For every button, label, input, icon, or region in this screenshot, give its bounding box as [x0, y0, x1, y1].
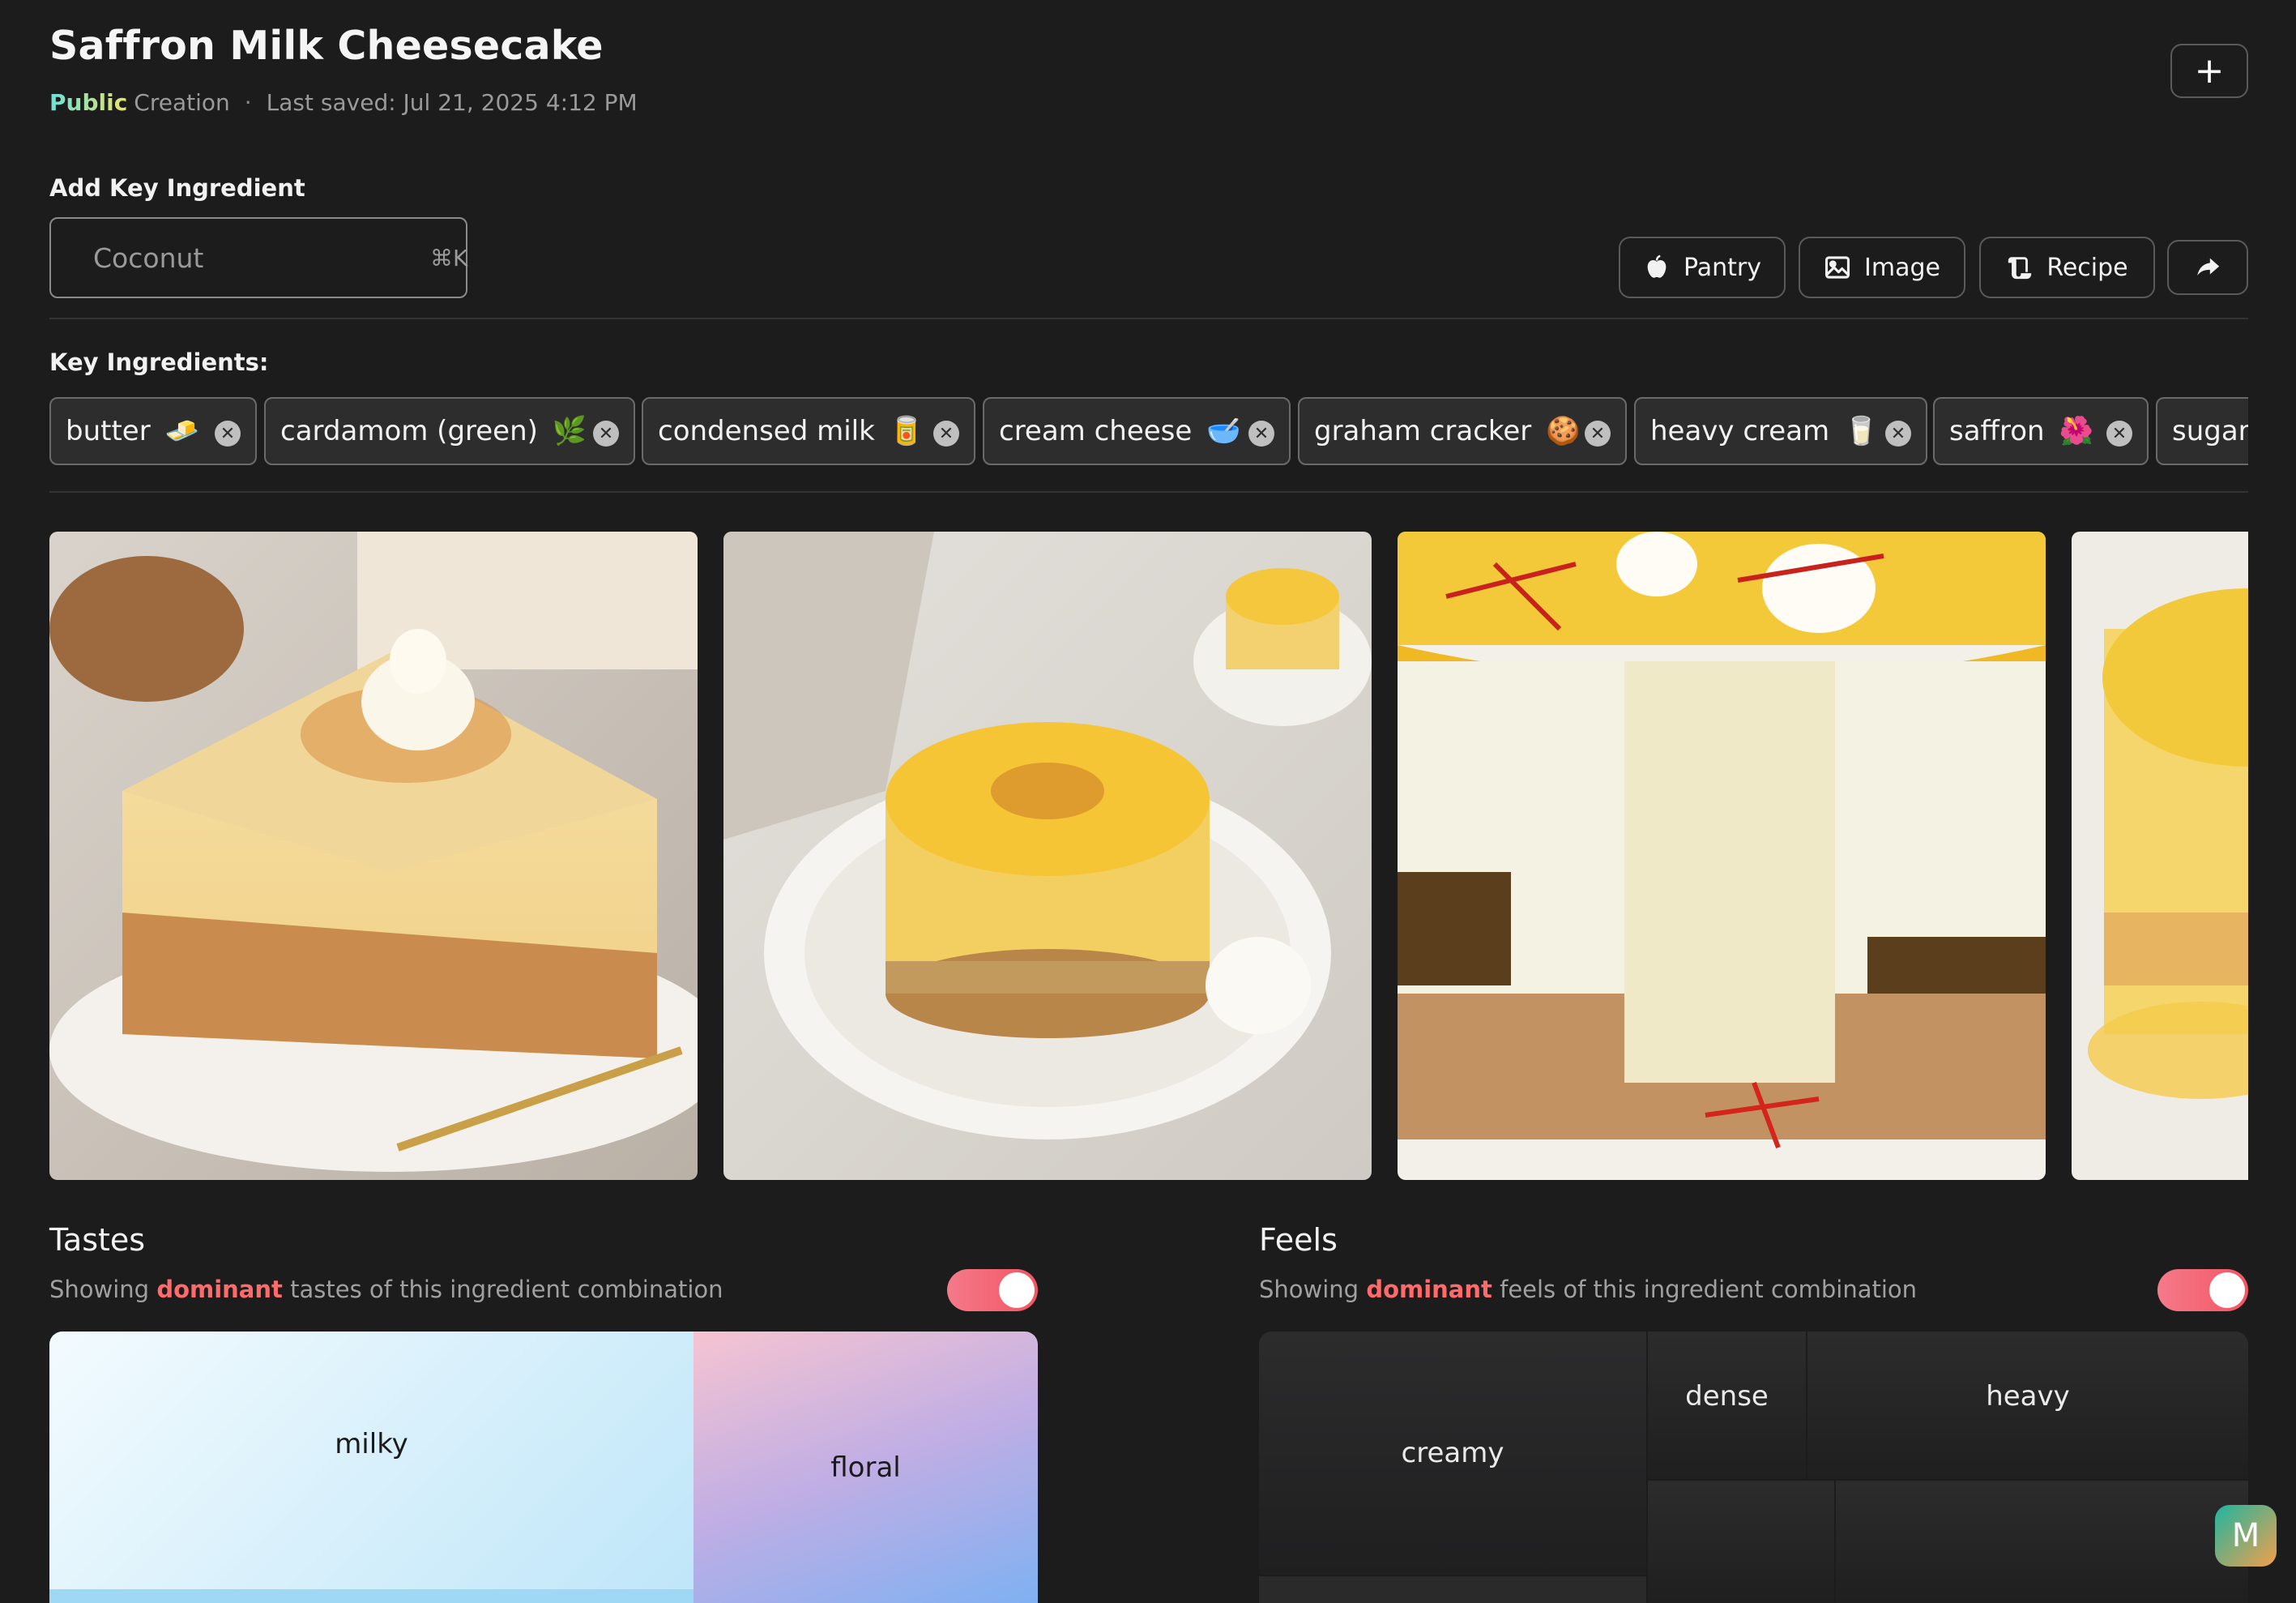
- toggle-knob: [2209, 1272, 2245, 1308]
- ingredient-search[interactable]: ⌘K: [49, 217, 467, 298]
- chip-label: condensed milk: [658, 415, 875, 447]
- remove-chip-icon[interactable]: ✕: [215, 421, 241, 447]
- plus-icon: +: [2194, 50, 2225, 92]
- cracker-icon: 🍪: [1546, 415, 1581, 447]
- feels-treemap: creamy dense heavy: [1259, 1332, 2248, 1603]
- share-icon: [2197, 258, 2220, 276]
- tastes-sub-prefix: Showing: [49, 1276, 157, 1303]
- remove-chip-icon[interactable]: ✕: [1248, 421, 1274, 447]
- feel-tile-dense[interactable]: dense: [1648, 1332, 1806, 1479]
- toggle-knob: [999, 1272, 1035, 1308]
- pantry-label: Pantry: [1684, 253, 1761, 282]
- assistant-badge[interactable]: M: [2215, 1505, 2277, 1567]
- tastes-dominant-toggle[interactable]: [947, 1269, 1038, 1311]
- feels-sub-suffix: feels of this ingredient combination: [1492, 1276, 1918, 1303]
- leaf-icon: 🌿: [552, 415, 587, 447]
- scroll-icon: [2008, 257, 2032, 280]
- feel-tile-heavy[interactable]: heavy: [1807, 1332, 2248, 1479]
- remove-chip-icon[interactable]: ✕: [2106, 421, 2132, 447]
- apple-icon: [1647, 254, 1667, 278]
- feels-sub-prefix: Showing: [1259, 1276, 1367, 1303]
- visibility-label: Public: [49, 89, 128, 116]
- remove-chip-icon[interactable]: ✕: [593, 421, 619, 447]
- taste-tile-label: floral: [830, 1451, 901, 1484]
- tastes-subtitle: Showing dominant tastes of this ingredie…: [49, 1276, 723, 1303]
- can-icon: 🥫: [889, 415, 924, 447]
- feel-tile-lower-left: [1259, 1576, 1646, 1603]
- cheesecake-image-3[interactable]: [1398, 532, 2046, 1180]
- recipe-label: Recipe: [2046, 253, 2128, 282]
- divider-bottom: [49, 491, 2248, 493]
- feel-tile-label: dense: [1685, 1380, 1769, 1413]
- assistant-badge-letter: M: [2231, 1517, 2260, 1554]
- ingredient-search-input[interactable]: [93, 242, 430, 274]
- feel-tile-small-b: [1836, 1481, 2248, 1603]
- image-button[interactable]: Image: [1799, 237, 1965, 298]
- flower-icon: 🌺: [2059, 415, 2093, 447]
- chip-label: heavy cream: [1650, 415, 1830, 447]
- taste-tile-lower: [49, 1589, 693, 1603]
- butter-icon: 🧈: [164, 415, 200, 447]
- feels-dominant-toggle[interactable]: [2157, 1269, 2248, 1311]
- taste-tile-milky[interactable]: milky: [49, 1332, 693, 1589]
- cut-cheesecake-picture: [1398, 532, 2046, 1180]
- add-ingredient-label: Add Key Ingredient: [49, 174, 305, 202]
- mini-cheesecake-picture: [723, 532, 1372, 1180]
- ingredient-chip[interactable]: sugar: [2156, 397, 2248, 465]
- image-icon: [1824, 256, 1850, 279]
- taste-tile-floral[interactable]: floral: [693, 1332, 1038, 1603]
- tastes-treemap: milky floral: [49, 1332, 1038, 1603]
- ingredient-chip[interactable]: cardamom (green) 🌿 ✕: [264, 397, 635, 465]
- ingredient-chip[interactable]: saffron 🌺 ✕: [1933, 397, 2149, 465]
- cheesecake-image-2[interactable]: [723, 532, 1372, 1180]
- divider-top: [49, 318, 2248, 319]
- meta-separator: ·: [244, 89, 252, 116]
- feels-dominant-label: dominant: [1366, 1276, 1492, 1303]
- chip-label: sugar: [2172, 415, 2248, 447]
- tastes-dominant-label: dominant: [156, 1276, 283, 1303]
- tastes-title: Tastes: [49, 1222, 146, 1258]
- chip-label: butter: [66, 415, 151, 447]
- chip-label: cardamom (green): [280, 415, 538, 447]
- pantry-button[interactable]: Pantry: [1619, 237, 1786, 298]
- taste-tile-label: milky: [335, 1428, 408, 1460]
- remove-chip-icon[interactable]: ✕: [1885, 421, 1911, 447]
- chip-label: cream cheese: [999, 415, 1193, 447]
- ingredient-chip[interactable]: heavy cream 🥛 ✕: [1634, 397, 1927, 465]
- ingredient-chip[interactable]: cream cheese 🥣 ✕: [983, 397, 1291, 465]
- tastes-sub-suffix: tastes of this ingredient combination: [282, 1276, 723, 1303]
- page-meta: Public Creation · Last saved: Jul 21, 20…: [49, 89, 638, 116]
- ingredient-chip-list: butter 🧈 ✕ cardamom (green) 🌿 ✕ condense…: [49, 397, 2248, 465]
- ingredient-chip[interactable]: condensed milk 🥫 ✕: [642, 397, 975, 465]
- search-shortcut: ⌘K: [430, 244, 468, 271]
- ingredient-chip[interactable]: graham cracker 🍪 ✕: [1298, 397, 1627, 465]
- image-label: Image: [1864, 253, 1940, 282]
- share-button[interactable]: [2167, 240, 2248, 295]
- page: Saffron Milk Cheesecake Public Creation …: [0, 0, 2296, 1603]
- key-ingredients-label: Key Ingredients:: [49, 348, 269, 376]
- creation-label: Creation: [134, 89, 230, 116]
- chip-label: saffron: [1949, 415, 2045, 447]
- cheesecake-partial-picture: [2072, 532, 2248, 1180]
- cheesecake-slice-picture: [49, 532, 698, 1180]
- cheesecake-image-1[interactable]: [49, 532, 698, 1180]
- ingredient-chip[interactable]: butter 🧈 ✕: [49, 397, 257, 465]
- feel-tile-label: creamy: [1401, 1437, 1504, 1469]
- feels-subtitle: Showing dominant feels of this ingredien…: [1259, 1276, 1917, 1303]
- last-saved: Last saved: Jul 21, 2025 4:12 PM: [266, 89, 638, 116]
- milk-icon: 🥛: [1844, 415, 1879, 447]
- remove-chip-icon[interactable]: ✕: [1585, 421, 1611, 447]
- chip-label: graham cracker: [1314, 415, 1532, 447]
- feel-tile-small-a: [1648, 1481, 1834, 1603]
- bowl-icon: 🥣: [1206, 415, 1241, 447]
- feel-tile-label: heavy: [1986, 1380, 2070, 1413]
- page-title: Saffron Milk Cheesecake: [49, 23, 604, 69]
- cheesecake-image-4[interactable]: [2072, 532, 2248, 1180]
- remove-chip-icon[interactable]: ✕: [933, 421, 959, 447]
- recipe-button[interactable]: Recipe: [1979, 237, 2155, 298]
- feel-tile-creamy[interactable]: creamy: [1259, 1332, 1646, 1575]
- feels-title: Feels: [1259, 1222, 1338, 1258]
- add-button[interactable]: +: [2170, 44, 2248, 98]
